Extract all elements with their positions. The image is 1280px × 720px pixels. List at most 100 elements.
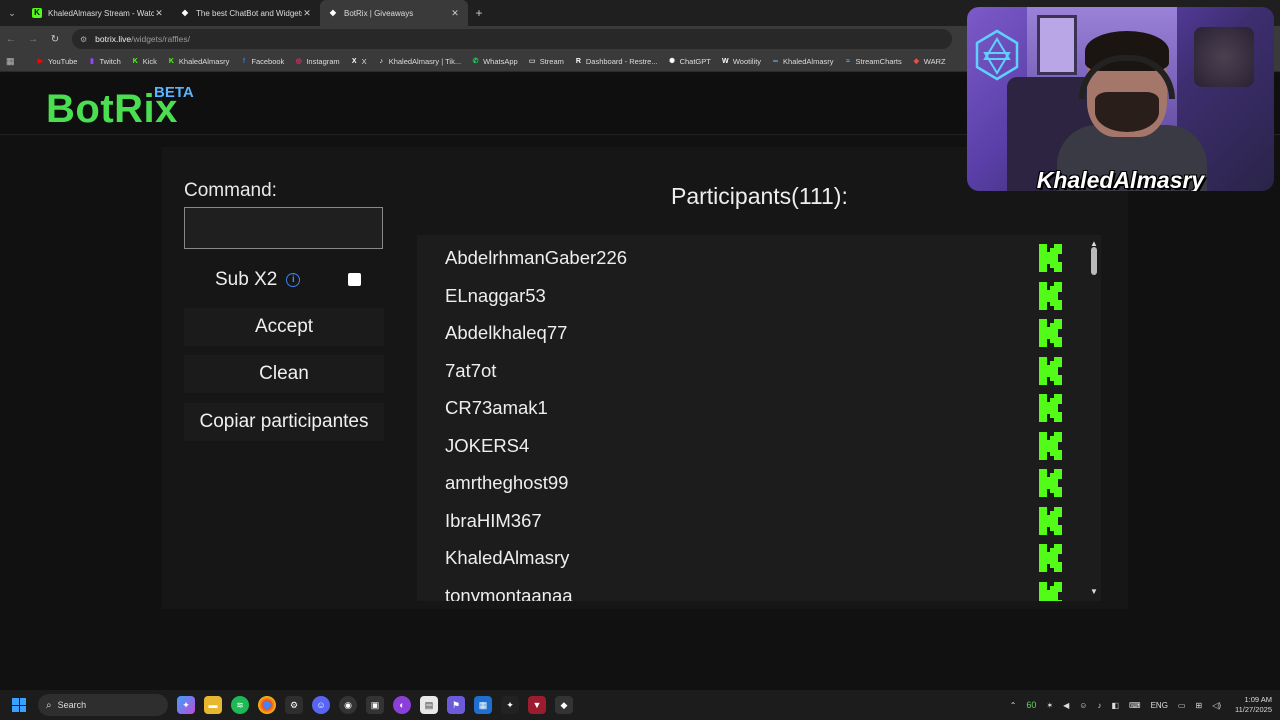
kick-icon: K: [168, 58, 174, 65]
participant-name: tonymontaanaa: [445, 584, 573, 602]
participant-row: JOKERS4: [417, 427, 1101, 465]
accept-button[interactable]: Accept: [184, 308, 384, 346]
chatgpt-icon: ✺: [669, 58, 676, 65]
network-icon[interactable]: ⊞: [1195, 701, 1202, 710]
app-icon[interactable]: ◐: [393, 696, 411, 714]
bookmark-item[interactable]: ◈ WARZ: [912, 57, 946, 66]
display-icon[interactable]: ▭: [1178, 701, 1186, 710]
bookmark-item[interactable]: R Dashboard - Restre...: [574, 57, 658, 66]
chevron-up-icon[interactable]: ⌃: [1010, 701, 1017, 710]
kick-icon: [1039, 244, 1062, 272]
bookmark-label: Twitch: [99, 57, 121, 66]
close-icon[interactable]: ✕: [450, 8, 460, 19]
volume-icon[interactable]: ◁): [1212, 701, 1221, 710]
tab-0[interactable]: K KhaledAlmasry Stream - Watch ✕: [24, 0, 172, 26]
url-input[interactable]: ⚙ botrix.live/widgets/raffles/: [72, 29, 952, 49]
tab-label: KhaledAlmasry Stream - Watch: [48, 8, 154, 18]
kick-icon: [1039, 469, 1062, 497]
bookmark-label: StreamCharts: [855, 57, 902, 66]
microphone-icon[interactable]: ♪: [1097, 701, 1101, 710]
discord-tray-icon[interactable]: ☺: [1079, 701, 1087, 710]
taskbar-search[interactable]: ⌕ Search: [38, 694, 168, 716]
back-icon[interactable]: ←: [0, 34, 22, 45]
copilot-icon[interactable]: ✦: [177, 696, 195, 714]
bookmark-item[interactable]: W Wootility: [721, 57, 761, 66]
app-icon[interactable]: ▣: [366, 696, 384, 714]
tab-2[interactable]: ◆ BotRix | Giveaways ✕: [320, 0, 468, 26]
tab-search-menu-icon[interactable]: ⌄: [0, 0, 24, 26]
bookmark-item[interactable]: ≈ StreamCharts: [844, 57, 902, 66]
app-icon[interactable]: ▼: [528, 696, 546, 714]
bookmark-item[interactable]: K KhaledAlmasry: [167, 57, 229, 66]
clock[interactable]: 1:09 AM 11/27/2025: [1235, 695, 1272, 715]
bookmark-label: Stream: [539, 57, 564, 66]
url-host: botrix.live: [95, 34, 132, 44]
language-indicator[interactable]: ENG: [1151, 701, 1168, 710]
participants-list[interactable]: ▲ ▼ AbdelrhmanGaber226 ELnaggar53 Abdelkha…: [417, 235, 1101, 601]
youtube-icon: ▶: [37, 58, 44, 65]
bookmark-item[interactable]: ◎ Instagram: [294, 57, 340, 66]
webcam-overlay: KhaledAlmasry: [967, 7, 1274, 191]
bookmark-item[interactable]: ▶ YouTube: [36, 57, 78, 66]
bookmark-item[interactable]: f Facebook: [239, 57, 285, 66]
spotify-icon[interactable]: ≋: [231, 696, 249, 714]
participant-name: KhaledAlmasry: [445, 547, 570, 568]
kick-icon: [1039, 394, 1062, 422]
close-icon[interactable]: ✕: [302, 8, 312, 19]
bookmark-item[interactable]: ✆ WhatsApp: [471, 57, 518, 66]
participant-name: amrtheghost99: [445, 472, 569, 493]
copy-participants-button[interactable]: Copiar participantes: [184, 403, 384, 441]
bookmark-label: Instagram: [306, 57, 340, 66]
app-icon[interactable]: ⚑: [447, 696, 465, 714]
folder-icon: ▭: [528, 58, 536, 65]
app-icon[interactable]: ▦: [474, 696, 492, 714]
app-icon[interactable]: ◉: [339, 696, 357, 714]
webcam-name: KhaledAlmasry: [1036, 167, 1205, 191]
meta-icon: ∞: [773, 58, 779, 65]
clean-button[interactable]: Clean: [184, 355, 384, 393]
forward-icon[interactable]: →: [22, 34, 44, 45]
bookmark-label: Facebook: [251, 57, 285, 66]
kick-icon: [1039, 356, 1062, 385]
search-icon: ⌕: [46, 699, 52, 711]
tray-app-icon[interactable]: ✶: [1046, 701, 1053, 710]
windows-start-icon[interactable]: [12, 698, 26, 712]
site-info-icon[interactable]: ⚙: [80, 35, 87, 44]
discord-icon[interactable]: ☺: [312, 696, 330, 714]
keyboard-icon[interactable]: ⌨: [1129, 701, 1141, 710]
bookmark-item[interactable]: ✺ ChatGPT: [668, 57, 711, 66]
reload-icon[interactable]: ↻: [44, 34, 66, 45]
facebook-icon: f: [242, 58, 246, 65]
tab-1[interactable]: ◆ The best ChatBot and Widgets ✕: [172, 0, 320, 26]
file-explorer-icon[interactable]: ▬: [204, 696, 222, 714]
participant-name: ELnaggar53: [445, 284, 546, 306]
tray-app-icon[interactable]: ◧: [1111, 701, 1119, 710]
settings-gear-icon[interactable]: ⚙: [285, 696, 303, 714]
bookmark-label: Kick: [142, 57, 157, 66]
raffle-panel: Command: Sub X2 i Accept Clean Copiar pa…: [162, 147, 1128, 609]
new-tab-icon[interactable]: +: [468, 6, 490, 20]
app-icon[interactable]: ✦: [501, 696, 519, 714]
notepad-icon[interactable]: ▤: [420, 696, 438, 714]
bookmark-item[interactable]: K Kick: [131, 57, 157, 66]
bookmark-label: WhatsApp: [483, 57, 518, 66]
bookmark-item[interactable]: ▮ Twitch: [87, 57, 121, 66]
participant-name: AbdelrhmanGaber226: [445, 247, 628, 268]
app-icon[interactable]: ◆: [555, 696, 573, 714]
sub-x2-checkbox[interactable]: [348, 273, 361, 286]
whatsapp-icon: ✆: [472, 58, 479, 65]
close-icon[interactable]: ✕: [154, 8, 164, 19]
restream-icon: R: [575, 58, 581, 65]
apps-grid-icon[interactable]: ▦: [6, 56, 22, 67]
chrome-icon[interactable]: [258, 696, 276, 714]
fps-counter: 60: [1026, 700, 1037, 710]
bookmark-item[interactable]: ♪ KhaledAlmasry | Tik...: [377, 57, 461, 66]
info-icon[interactable]: i: [286, 273, 301, 287]
tray-app-icon[interactable]: ◀: [1063, 701, 1069, 710]
kick-icon: [1039, 431, 1062, 460]
participant-name: IbraHIM367: [445, 509, 542, 531]
bookmark-item[interactable]: ∞ KhaledAlmasry: [771, 57, 833, 66]
bookmark-item[interactable]: XX: [350, 57, 367, 66]
bookmark-item[interactable]: ▭ Stream: [528, 57, 564, 66]
command-input[interactable]: [184, 207, 383, 249]
